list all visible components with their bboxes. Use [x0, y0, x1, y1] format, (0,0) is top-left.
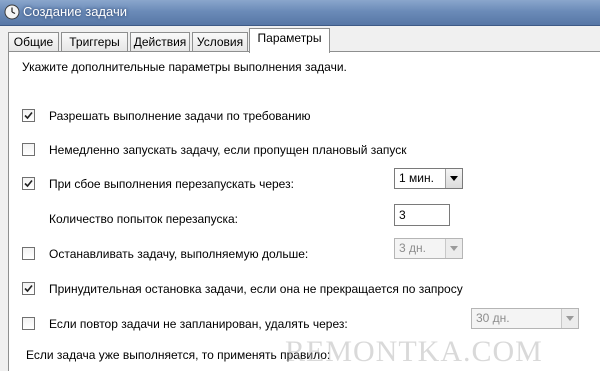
run-missed-checkbox[interactable] [22, 143, 35, 156]
tab-actions[interactable]: Действия [130, 32, 190, 52]
option-stop-if-longer: Останавливать задачу, выполняемую дольше… [22, 246, 382, 262]
delete-if-not-scheduled-label: Если повтор задачи не запланирован, удал… [49, 317, 348, 331]
chevron-down-icon[interactable] [561, 309, 578, 328]
option-restart-attempts: Количество попыток перезапуска: [22, 211, 352, 227]
stop-if-longer-label: Останавливать задачу, выполняемую дольше… [49, 247, 309, 261]
clock-icon [4, 4, 20, 20]
delete-if-not-scheduled-checkbox[interactable] [22, 317, 35, 330]
option-restart-on-fail: При сбое выполнения перезапускать через: [22, 176, 382, 192]
tab-general[interactable]: Общие [8, 32, 59, 52]
restart-attempts-label: Количество попыток перезапуска: [49, 212, 239, 226]
title-bar: Создание задачи [0, 0, 600, 26]
restart-interval-select[interactable]: 1 мин. [394, 168, 463, 189]
option-run-missed: Немедленно запускать задачу, если пропущ… [22, 142, 582, 158]
restart-on-fail-checkbox[interactable] [22, 177, 35, 190]
watermark: REMONTKA.COM [285, 335, 543, 368]
force-stop-checkbox[interactable] [22, 282, 35, 295]
tab-triggers[interactable]: Триггеры [61, 32, 128, 52]
restart-interval-value: 1 мин. [399, 171, 434, 185]
delete-duration-value: 30 дн. [476, 311, 510, 325]
window-title: Создание задачи [23, 4, 127, 19]
tab-bar: Общие Триггеры Действия Условия Параметр… [8, 28, 600, 53]
parameters-panel: Укажите дополнительные параметры выполне… [8, 51, 600, 371]
option-force-stop: Принудительная остановка задачи, если он… [22, 281, 592, 297]
stop-duration-select[interactable]: 3 дн. [394, 238, 463, 259]
panel-intro: Укажите дополнительные параметры выполне… [22, 60, 347, 74]
checkmark-icon [24, 284, 33, 293]
restart-on-fail-label: При сбое выполнения перезапускать через: [49, 177, 294, 191]
checkmark-icon [24, 179, 33, 188]
tab-parameters[interactable]: Параметры [249, 28, 330, 53]
option-delete-if-not-scheduled: Если повтор задачи не запланирован, удал… [22, 316, 462, 332]
allow-on-demand-label: Разрешать выполнение задачи по требовани… [49, 109, 311, 123]
chevron-down-icon[interactable] [445, 239, 462, 258]
stop-duration-value: 3 дн. [399, 241, 426, 255]
delete-duration-select[interactable]: 30 дн. [471, 308, 579, 329]
allow-on-demand-checkbox[interactable] [22, 109, 35, 122]
run-missed-label: Немедленно запускать задачу, если пропущ… [49, 143, 407, 157]
option-allow-on-demand: Разрешать выполнение задачи по требовани… [22, 108, 582, 124]
checkmark-icon [24, 111, 33, 120]
restart-attempts-input[interactable]: 3 [394, 204, 450, 226]
tab-conditions[interactable]: Условия [192, 32, 248, 52]
stop-if-longer-checkbox[interactable] [22, 247, 35, 260]
task-create-window: Создание задачи Общие Триггеры Действия … [0, 0, 600, 371]
restart-attempts-value: 3 [399, 208, 406, 222]
chevron-down-icon[interactable] [445, 169, 462, 188]
force-stop-label: Принудительная остановка задачи, если он… [49, 282, 463, 296]
